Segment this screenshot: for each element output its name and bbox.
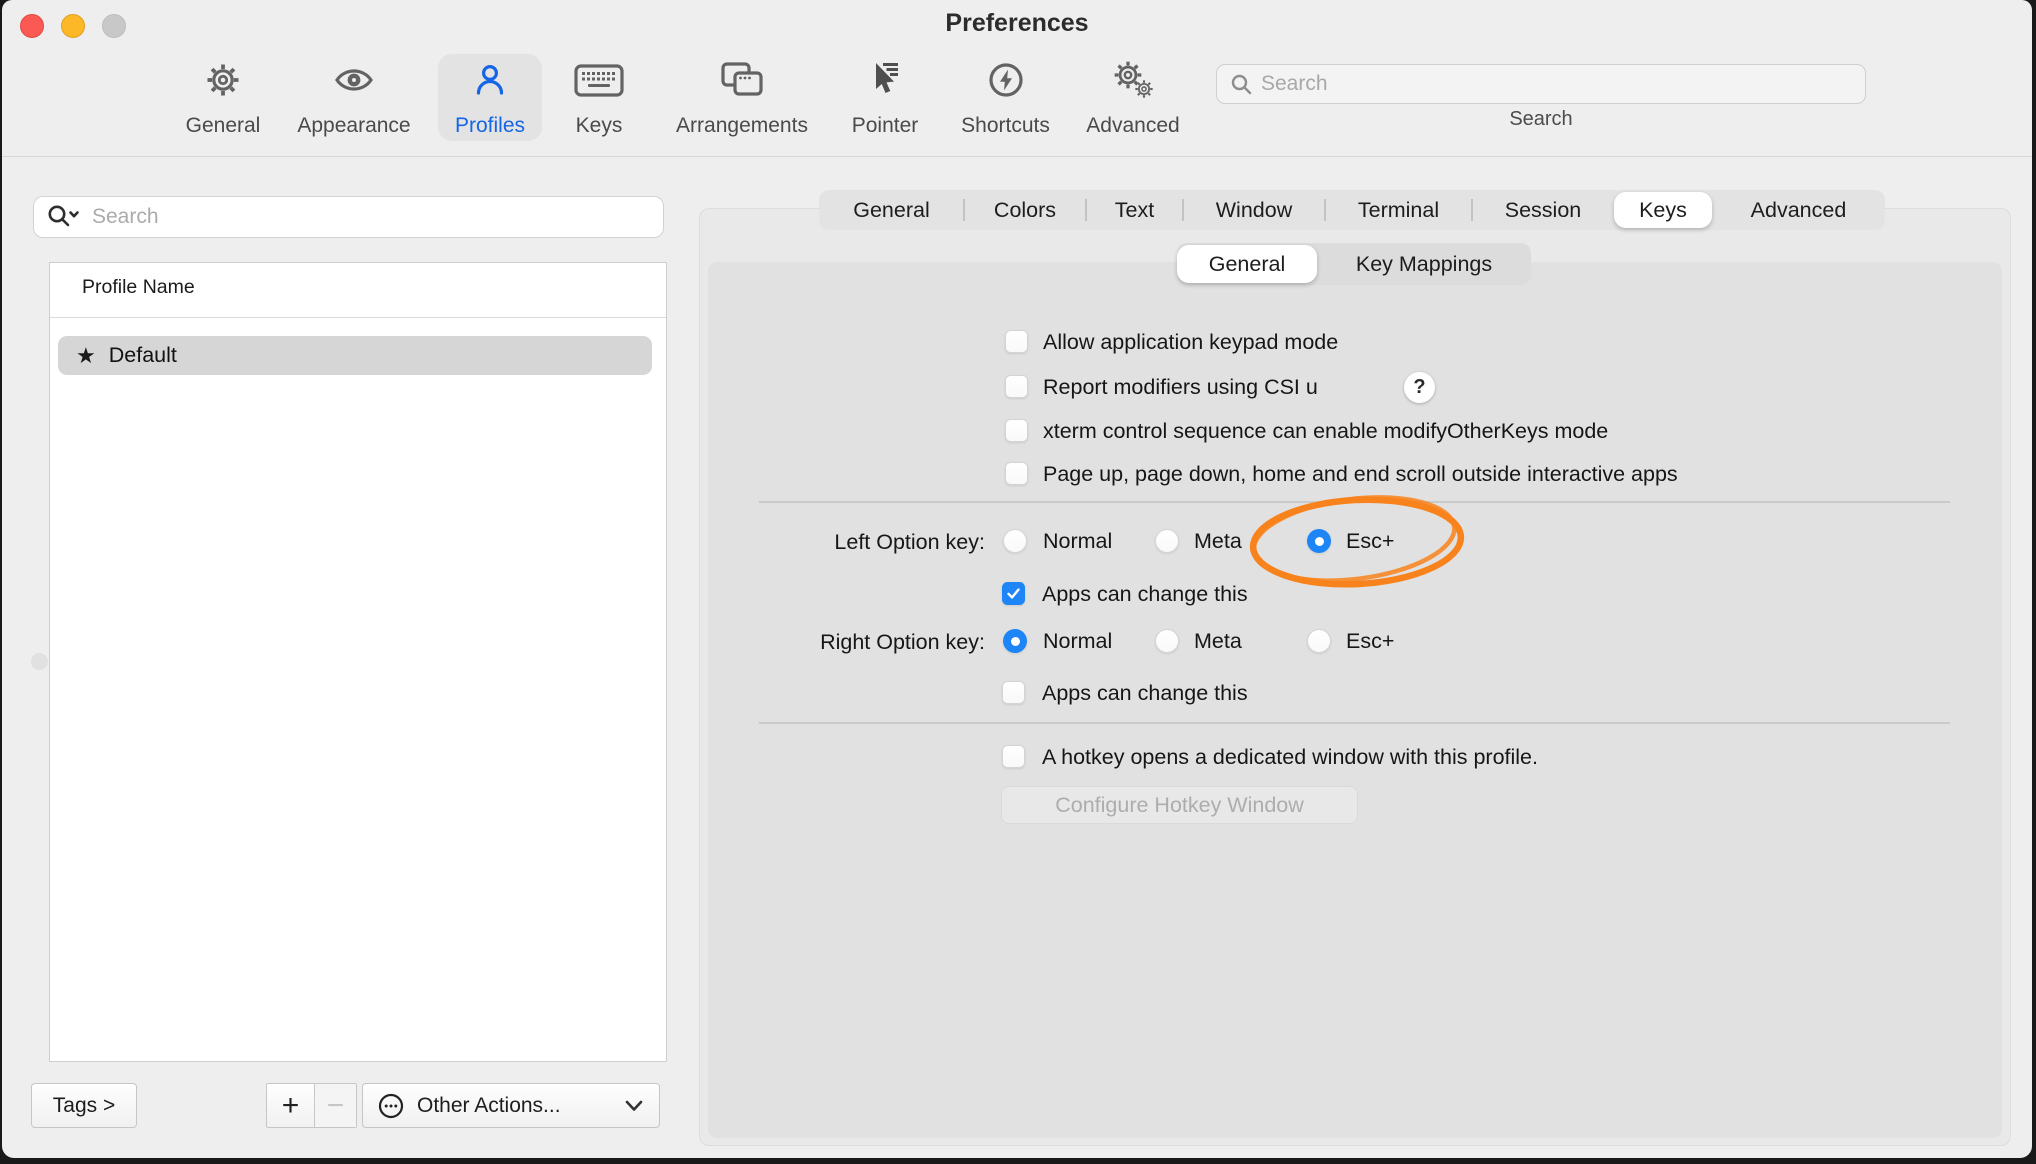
right-apps-change-checkbox[interactable] (1002, 681, 1025, 704)
left-option-normal-radio[interactable] (1003, 529, 1027, 553)
toolbar-item-shortcuts[interactable]: Shortcuts (948, 58, 1063, 138)
splitter-handle[interactable] (31, 653, 48, 670)
profile-list: Profile Name ★ Default (49, 262, 667, 1062)
checkmark-icon (1005, 585, 1022, 602)
search-icon (1230, 73, 1253, 96)
checkbox-modify-other-keys[interactable] (1005, 419, 1028, 442)
keyboard-icon (574, 58, 624, 102)
preferences-window: Preferences General Appearance Profiles (2, 0, 2032, 1158)
profile-name: Default (109, 343, 177, 368)
label-modify-other-keys: xterm control sequence can enable modify… (1043, 418, 1608, 444)
left-option-esc-label: Esc+ (1346, 528, 1394, 554)
right-option-normal-radio[interactable] (1003, 629, 1027, 653)
separator (759, 501, 1950, 503)
right-option-esc-radio[interactable] (1307, 629, 1331, 653)
separator (759, 722, 1950, 724)
subtab-general[interactable]: General (1177, 245, 1317, 283)
right-option-meta-radio[interactable] (1155, 629, 1179, 653)
hotkey-window-label: A hotkey opens a dedicated window with t… (1042, 744, 1538, 770)
toolbar-divider (2, 156, 2032, 157)
right-apps-change-label: Apps can change this (1042, 680, 1248, 706)
tab-terminal[interactable]: Terminal (1325, 190, 1472, 230)
left-option-meta-radio[interactable] (1155, 529, 1179, 553)
right-option-normal-label: Normal (1043, 628, 1112, 654)
left-option-esc-radio[interactable] (1307, 529, 1331, 553)
keys-subtabbar: General Key Mappings (1177, 243, 1531, 285)
help-button[interactable]: ? (1404, 372, 1435, 403)
toolbar-item-profiles[interactable]: Profiles (449, 58, 531, 138)
keys-general-pane (708, 262, 2002, 1138)
toolbar-item-general[interactable]: General (173, 58, 273, 138)
label-page-scroll: Page up, page down, home and end scroll … (1043, 461, 1678, 487)
left-apps-change-checkbox[interactable] (1002, 582, 1025, 605)
checkbox-page-scroll[interactable] (1005, 462, 1028, 485)
star-icon: ★ (76, 343, 96, 369)
toolbar-search-input[interactable] (1216, 64, 1866, 104)
toolbar-item-appearance[interactable]: Appearance (284, 58, 424, 138)
left-option-label: Left Option key: (642, 529, 985, 555)
cursor-icon (863, 58, 907, 102)
tab-keys[interactable]: Keys (1614, 192, 1712, 228)
toolbar-search-caption: Search (1216, 108, 1866, 131)
toolbar-item-advanced[interactable]: Advanced (1073, 58, 1193, 138)
profile-list-header: Profile Name (82, 276, 195, 299)
left-option-normal-label: Normal (1043, 528, 1112, 554)
gears-icon (1109, 58, 1157, 102)
ellipsis-circle-icon (377, 1092, 405, 1120)
tab-text[interactable]: Text (1086, 190, 1183, 230)
tags-button[interactable]: Tags > (31, 1083, 137, 1128)
other-actions-label: Other Actions... (417, 1094, 561, 1118)
profile-row-default[interactable]: ★ Default (58, 336, 652, 375)
search-menu-icon[interactable] (47, 204, 81, 230)
toolbar-item-keys[interactable]: Keys (564, 58, 634, 138)
profile-tabbar: General Colors Text Window Terminal Sess… (819, 190, 1885, 230)
profile-search (33, 196, 664, 238)
toolbar-search (1216, 64, 1866, 104)
tab-window[interactable]: Window (1183, 190, 1325, 230)
eye-icon (332, 58, 376, 102)
other-actions-dropdown[interactable]: Other Actions... (362, 1083, 660, 1128)
add-profile-button[interactable]: + (267, 1084, 315, 1127)
subtab-key-mappings[interactable]: Key Mappings (1317, 243, 1531, 285)
profile-add-remove-group: + − (266, 1083, 357, 1128)
list-header-divider (50, 317, 666, 318)
checkbox-csi-u[interactable] (1005, 375, 1028, 398)
label-keypad-mode: Allow application keypad mode (1043, 329, 1338, 355)
bolt-icon (984, 58, 1028, 102)
tab-session[interactable]: Session (1472, 190, 1614, 230)
gear-icon (201, 58, 245, 102)
configure-hotkey-button[interactable]: Configure Hotkey Window (1001, 786, 1358, 824)
remove-profile-button[interactable]: − (315, 1084, 356, 1127)
label-csi-u: Report modifiers using CSI u (1043, 374, 1318, 400)
profile-search-input[interactable] (33, 196, 664, 238)
left-option-meta-label: Meta (1194, 528, 1242, 554)
window-title: Preferences (2, 9, 2032, 38)
person-icon (468, 58, 512, 102)
right-option-label: Right Option key: (642, 629, 985, 655)
toolbar-item-pointer[interactable]: Pointer (835, 58, 935, 138)
left-apps-change-label: Apps can change this (1042, 581, 1248, 607)
windows-icon (719, 58, 765, 102)
checkbox-keypad-mode[interactable] (1005, 330, 1028, 353)
tab-advanced[interactable]: Advanced (1712, 190, 1885, 230)
tab-general[interactable]: General (819, 190, 964, 230)
hotkey-window-checkbox[interactable] (1002, 745, 1025, 768)
chevron-down-icon (625, 1100, 643, 1112)
screen: Preferences General Appearance Profiles (0, 0, 2036, 1164)
right-option-esc-label: Esc+ (1346, 628, 1394, 654)
right-option-meta-label: Meta (1194, 628, 1242, 654)
tab-colors[interactable]: Colors (964, 190, 1086, 230)
toolbar-item-arrangements[interactable]: Arrangements (657, 58, 827, 138)
